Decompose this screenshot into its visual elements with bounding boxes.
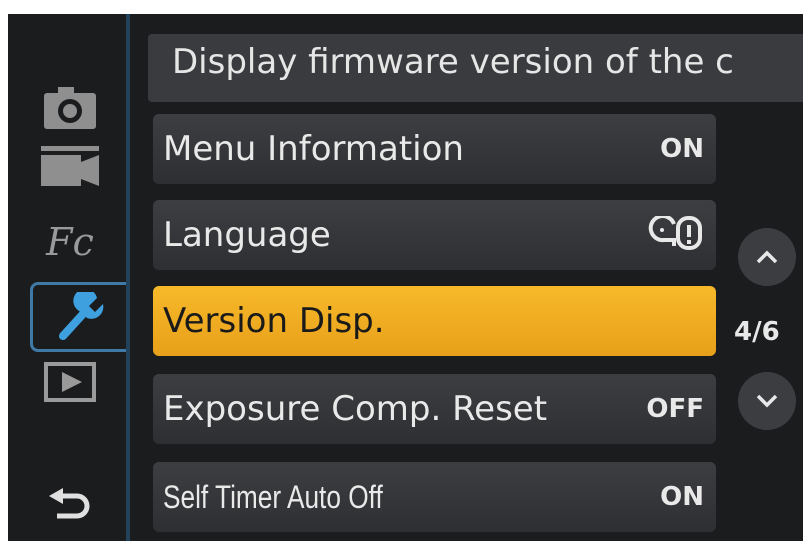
playback-icon[interactable] (22, 350, 118, 414)
scroll-up-button[interactable] (738, 228, 796, 286)
tab-divider (126, 14, 130, 541)
menu-item-label: Exposure Comp. Reset (163, 389, 548, 429)
page-indicator: 4/6 (734, 317, 780, 347)
menu-item-label: Menu Information (163, 129, 464, 169)
language-head-icon (648, 214, 704, 254)
chevron-up-icon (756, 250, 778, 264)
menu-item-label: Self Timer Auto Off (163, 478, 383, 515)
menu-item-self-timer-auto-off[interactable]: Self Timer Auto Off ON (153, 462, 716, 532)
tab-setup-wrench[interactable] (30, 282, 130, 352)
custom-tab-label: Fc (46, 220, 94, 264)
help-text-bar: Display firmware version of the c (148, 34, 803, 102)
camera-icon[interactable] (22, 76, 118, 140)
menu-item-label: Version Disp. (163, 301, 385, 341)
camera-menu-screenshot: Fc Display firmware version of the c Men… (0, 0, 803, 541)
wrench-icon (58, 292, 103, 340)
menu-item-version-disp[interactable]: Version Disp. (153, 286, 716, 356)
setup-menu-screen: Fc Display firmware version of the c Men… (8, 14, 803, 541)
menu-item-exposure-comp-reset[interactable]: Exposure Comp. Reset OFF (153, 374, 716, 444)
menu-tab-strip: Fc (8, 14, 130, 541)
scroll-down-button[interactable] (738, 372, 796, 430)
back-arrow-icon[interactable] (22, 474, 118, 538)
menu-item-language[interactable]: Language (153, 200, 716, 270)
custom-fc-icon[interactable]: Fc (22, 210, 118, 274)
menu-item-label: Language (163, 215, 331, 255)
menu-item-value: ON (660, 482, 704, 512)
chevron-down-icon (756, 394, 778, 408)
menu-item-value: OFF (646, 394, 704, 424)
menu-item-value: ON (660, 134, 704, 164)
help-text: Display firmware version of the c (172, 42, 734, 82)
menu-item-menu-information[interactable]: Menu Information ON (153, 114, 716, 184)
video-camera-icon[interactable] (22, 134, 118, 198)
